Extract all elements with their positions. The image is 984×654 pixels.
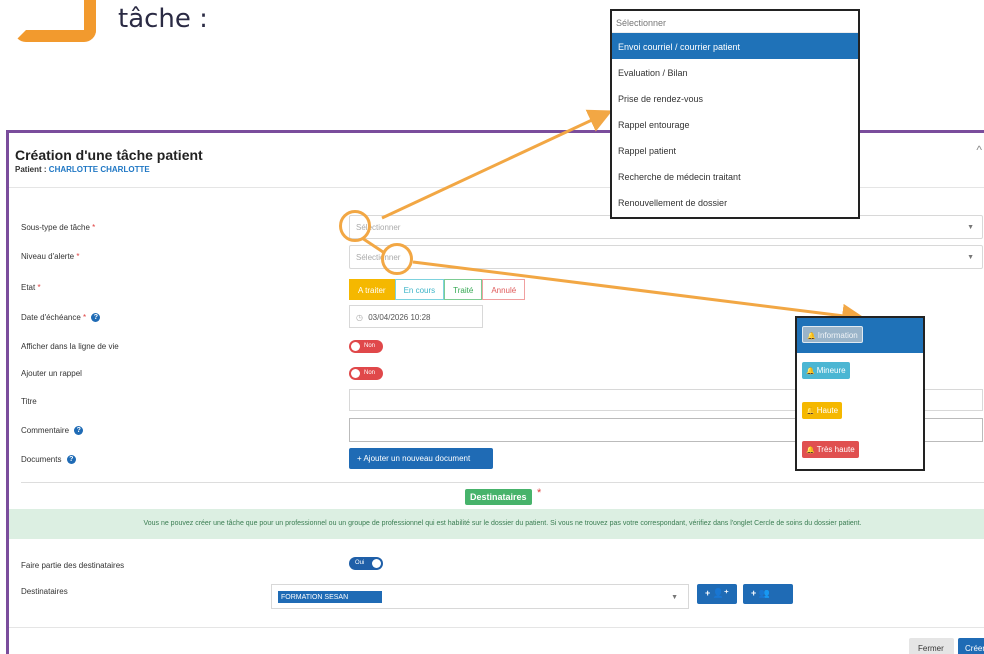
highlight-circle-alert — [381, 243, 413, 275]
chevron-down-icon: ▼ — [967, 224, 974, 231]
title-label: Titre — [21, 397, 37, 406]
create-button[interactable]: Créer — [958, 638, 984, 654]
alert-option-mineure[interactable]: 🔔 Mineure — [802, 362, 850, 379]
required-mark: * — [83, 313, 87, 322]
bell-icon: 🔔 — [806, 447, 815, 454]
comment-label-text: Commentaire — [21, 426, 70, 435]
bell-icon: 🔔 — [806, 368, 815, 375]
patient-name[interactable]: CHARLOTTE CHARLOTTE — [49, 165, 150, 174]
subtype-option[interactable]: Rappel entourage — [612, 111, 858, 137]
due-date-value: 03/04/2026 10:28 — [368, 313, 431, 322]
chevron-down-icon: ▼ — [671, 594, 678, 601]
alert-option-tres-haute[interactable]: 🔔 Très haute — [802, 441, 859, 458]
add-document-button[interactable]: + Ajouter un nouveau document — [349, 448, 493, 469]
reminder-label: Ajouter un rappel — [21, 369, 82, 378]
timeline-label: Afficher dans la ligne de vie — [21, 342, 119, 351]
section-divider — [21, 482, 984, 483]
subtype-option[interactable]: Envoi courriel / courrier patient — [612, 33, 858, 59]
bell-icon: 🔔 — [806, 408, 815, 415]
state-annule-button[interactable]: Annulé — [482, 279, 526, 300]
state-a-traiter-button[interactable]: A traiter — [349, 279, 395, 300]
comment-label: Commentaire ? — [21, 426, 84, 436]
chevron-down-icon: ▼ — [967, 254, 974, 261]
documents-label: Documents ? — [21, 455, 76, 465]
add-person-button[interactable]: + 👤⁺ — [697, 584, 737, 604]
help-icon[interactable]: ? — [74, 426, 84, 436]
state-button-group: A traiter En cours Traité Annulé — [349, 279, 526, 300]
help-icon[interactable]: ? — [91, 313, 101, 323]
state-label: Etat * — [21, 283, 41, 292]
due-label-text: Date d'échéance — [21, 313, 81, 322]
alert-option-label: Information — [817, 331, 858, 340]
alert-option-haute[interactable]: 🔔 Haute — [802, 402, 843, 419]
alert-option-information[interactable]: 🔔 Information — [802, 326, 863, 343]
footer-divider — [9, 627, 984, 628]
step-title: tâche : — [118, 4, 208, 34]
documents-label-text: Documents — [21, 455, 62, 464]
collapse-icon[interactable]: ^ — [976, 143, 982, 157]
recipients-label: Destinataires — [21, 587, 68, 596]
subtype-option[interactable]: Renouvellement de dossier — [612, 189, 858, 215]
timeline-toggle[interactable]: Non — [349, 340, 383, 353]
required-mark: * — [76, 252, 80, 261]
state-en-cours-button[interactable]: En cours — [394, 279, 445, 300]
help-icon[interactable]: ? — [66, 455, 76, 465]
recipients-select[interactable]: FORMATION SESAN ▼ — [271, 584, 689, 609]
patient-line: Patient : CHARLOTTE CHARLOTTE — [15, 165, 150, 174]
alert-option-label: Mineure — [816, 366, 846, 375]
alert-level-select[interactable]: Sélectionner ▼ — [349, 245, 983, 269]
highlight-circle-subtype — [339, 210, 371, 242]
subtype-label: Sous-type de tâche * — [21, 223, 95, 232]
alert-option-label: Très haute — [816, 445, 855, 454]
due-date-label: Date d'échéance * ? — [21, 313, 101, 323]
alert-level-dropdown: 🔔 Information 🔔 Mineure 🔔 Haute 🔔 Très haute — [795, 316, 925, 471]
state-traite-button[interactable]: Traité — [444, 279, 483, 300]
subtype-option[interactable]: Rappel patient — [612, 137, 858, 163]
required-mark: * — [92, 223, 96, 232]
state-label-text: Etat — [21, 283, 36, 292]
due-date-input[interactable]: ◷ 03/04/2026 10:28 — [349, 305, 483, 328]
step-number-graphic — [14, 0, 96, 42]
bell-icon: 🔔 — [807, 333, 816, 340]
alert-option-label: Haute — [816, 406, 839, 415]
alert-label-text: Niveau d'alerte — [21, 252, 75, 261]
patient-label: Patient : — [15, 165, 47, 174]
reminder-toggle[interactable]: Non — [349, 367, 383, 380]
recipient-chip[interactable]: FORMATION SESAN — [278, 591, 383, 603]
subtype-option[interactable]: Evaluation / Bilan — [612, 59, 858, 85]
required-mark: * — [37, 283, 41, 292]
self-recipient-label: Faire partie des destinataires — [21, 561, 125, 570]
recipients-info-banner: Vous ne pouvez créer une tâche que pour … — [9, 509, 984, 539]
subtype-dropdown: Sélectionner Envoi courriel / courrier p… — [610, 9, 860, 219]
subtype-dropdown-search[interactable]: Sélectionner — [612, 11, 858, 33]
subtype-option[interactable]: Recherche de médecin traitant — [612, 163, 858, 189]
clock-icon: ◷ — [356, 313, 363, 322]
modal-title: Création d'une tâche patient — [15, 147, 203, 163]
add-group-button[interactable]: + 👥 — [743, 584, 793, 604]
close-button[interactable]: Fermer — [909, 638, 954, 654]
alert-label: Niveau d'alerte * — [21, 252, 79, 261]
recipients-section-badge: Destinataires — [465, 489, 532, 505]
subtype-option[interactable]: Prise de rendez-vous — [612, 85, 858, 111]
subtype-label-text: Sous-type de tâche — [21, 223, 90, 232]
self-recipient-toggle[interactable]: Oui — [349, 557, 383, 570]
required-mark: * — [537, 487, 542, 499]
